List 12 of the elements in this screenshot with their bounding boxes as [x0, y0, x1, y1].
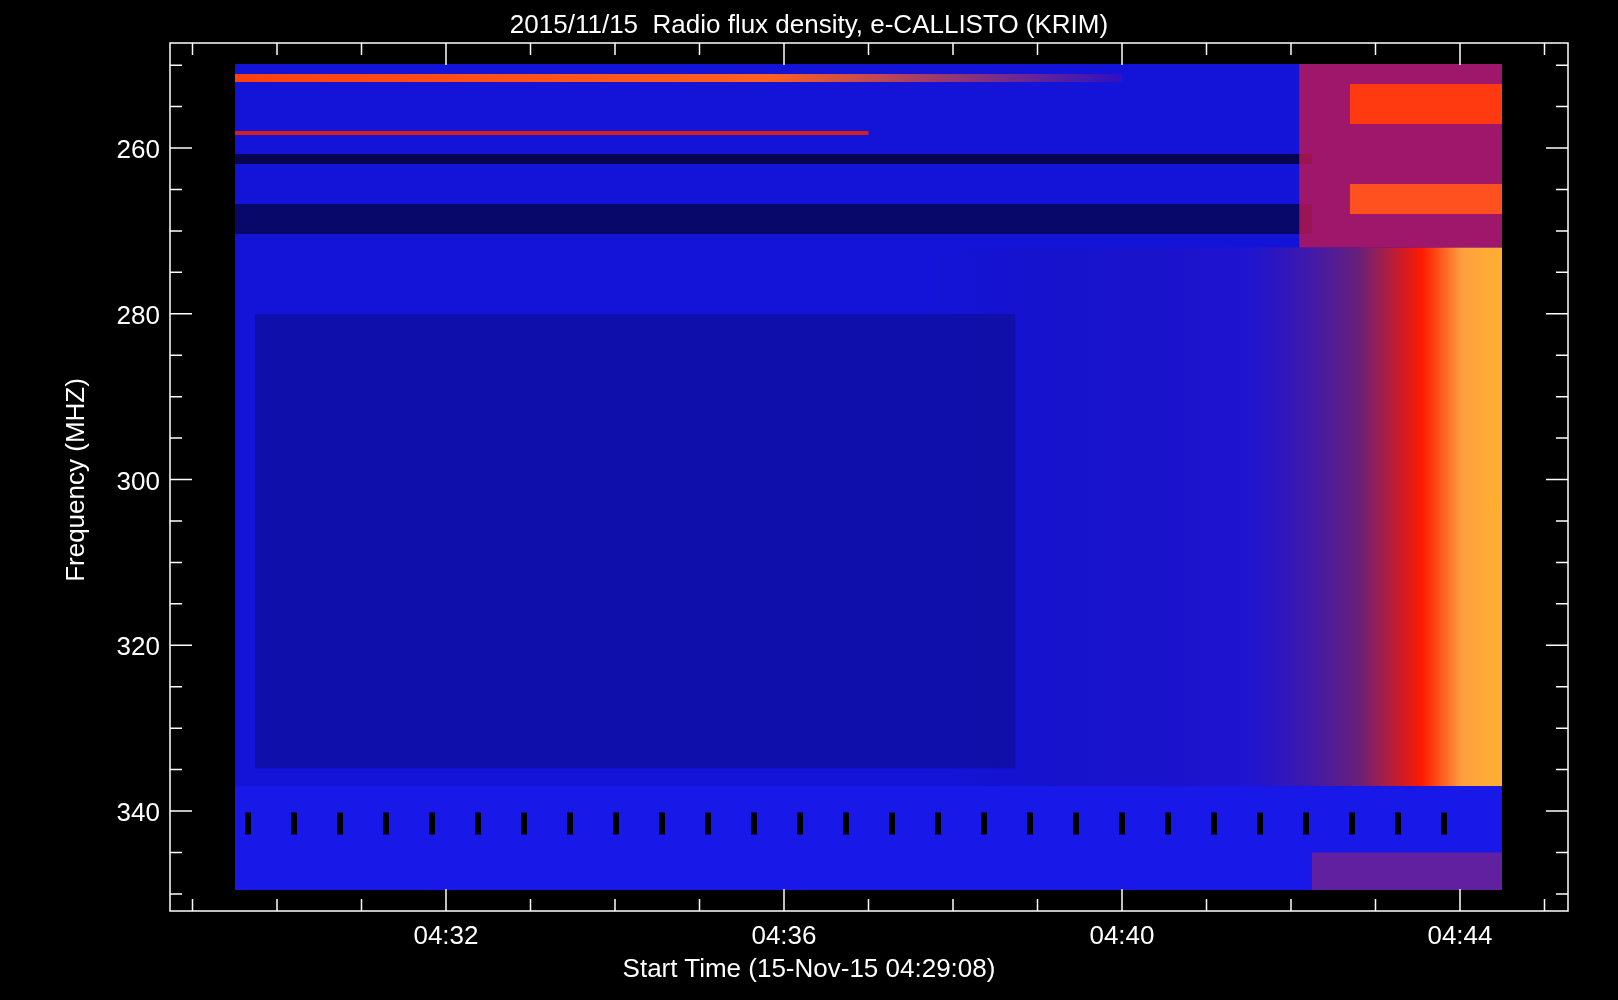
tick-label: 260	[116, 134, 160, 164]
tick-label: 04:44	[1427, 920, 1493, 950]
chart-title: 2015/11/15 Radio flux density, e-CALLISTO (KRIM)	[509, 9, 1109, 39]
tick-label: 280	[116, 299, 160, 330]
tick-label: 320	[116, 631, 160, 662]
tick-label: 340	[116, 797, 160, 827]
tick-label: 300	[116, 465, 160, 496]
tick-label: 04:32	[413, 920, 479, 950]
axis-label: Frequency (MHZ)	[60, 378, 90, 582]
tick-label: 04:40	[1089, 920, 1155, 950]
tick-label: 04:36	[751, 920, 817, 950]
axis-label: Start Time (15-Nov-15 04:29:08)	[622, 953, 996, 983]
